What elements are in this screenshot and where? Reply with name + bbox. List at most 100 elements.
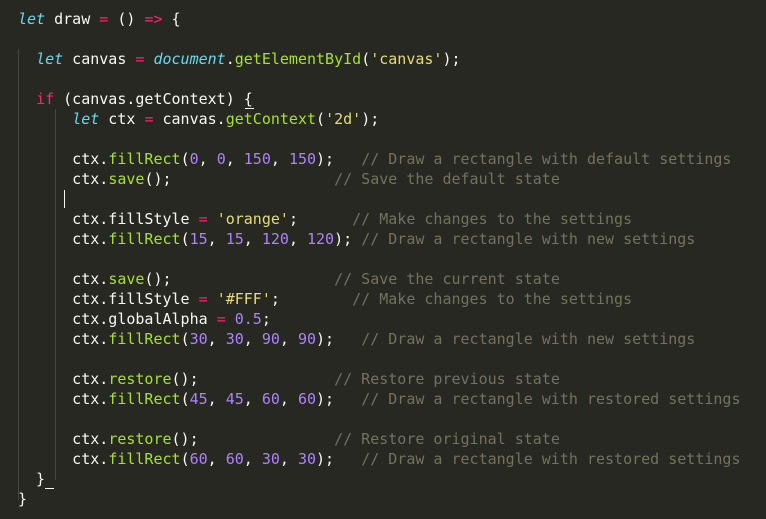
number-token: 120 xyxy=(307,230,335,248)
number-token: 15 xyxy=(189,230,208,248)
code-line: if (canvas.getContext) { xyxy=(18,89,740,109)
function-token: fillRect xyxy=(108,150,181,168)
code-line: ctx.restore(); // Restore previous state xyxy=(18,369,740,389)
code-text: , xyxy=(243,390,262,408)
code-line: ​ xyxy=(18,29,740,49)
operator-token: = xyxy=(216,310,226,328)
number-token: 120 xyxy=(261,230,289,248)
code-line: ctx.fillStyle = 'orange'; // Make change… xyxy=(18,209,740,229)
comment-token: // Draw a rectangle with default setting… xyxy=(361,150,732,168)
comment-token: // Make changes to the settings xyxy=(352,210,633,228)
keyword-token: let xyxy=(36,50,64,68)
code-line: ctx.save(); // Save the current state xyxy=(18,269,740,289)
code-text: , xyxy=(279,450,298,468)
code-text: ctx xyxy=(99,110,145,128)
number-token: 90 xyxy=(297,330,317,348)
function-token: getElementById xyxy=(234,50,362,68)
object-token: document xyxy=(153,50,226,68)
comment-token: // Draw a rectangle with restored settin… xyxy=(361,450,741,468)
number-token: 0 xyxy=(189,150,199,168)
code-text: , xyxy=(243,230,262,248)
code-line: ​ xyxy=(18,249,740,269)
code-lines[interactable]: let draw = () => {​ let canvas = documen… xyxy=(18,9,740,509)
code-text: ( xyxy=(361,50,371,68)
code-line: ​ xyxy=(18,409,740,429)
code-line: let canvas = document.getElementById('ca… xyxy=(18,49,740,69)
code-text: ctx.fillStyle xyxy=(18,290,199,308)
code-text: ); xyxy=(316,150,362,168)
code-text: ); xyxy=(316,390,362,408)
code-text: ( xyxy=(180,390,190,408)
code-text: , xyxy=(198,150,217,168)
code-line: ctx.fillRect(45, 45, 60, 60); // Draw a … xyxy=(18,389,740,409)
string-token: '2d' xyxy=(325,110,362,128)
string-token: '#FFF' xyxy=(216,290,271,308)
code-line: ​ xyxy=(18,129,740,149)
code-line: } xyxy=(18,469,740,489)
code-text: { xyxy=(162,10,181,28)
code-text: ( xyxy=(180,450,190,468)
code-text: , xyxy=(279,330,298,348)
comment-token: // Restore previous state xyxy=(334,370,560,388)
function-token: fillRect xyxy=(108,230,181,248)
code-line: ctx.fillStyle = '#FFF'; // Make changes … xyxy=(18,289,740,309)
code-text: draw xyxy=(45,10,100,28)
code-text: canvas xyxy=(63,50,136,68)
code-text: , xyxy=(270,150,289,168)
code-text: ctx. xyxy=(18,170,109,188)
code-text: () xyxy=(108,10,145,28)
number-token: 30 xyxy=(189,330,208,348)
code-text: , xyxy=(207,330,226,348)
code-editor[interactable]: let draw = () => {​ let canvas = documen… xyxy=(0,0,766,519)
operator-token: = xyxy=(198,290,208,308)
code-text: ctx. xyxy=(18,230,109,248)
operator-token: = xyxy=(99,10,109,28)
code-text: (); xyxy=(171,430,335,448)
code-line: ctx.restore(); // Restore original state xyxy=(18,429,740,449)
code-text: , xyxy=(207,390,226,408)
number-token: 30 xyxy=(261,450,280,468)
number-token: 150 xyxy=(243,150,271,168)
code-line: let ctx = canvas.getContext('2d'); xyxy=(18,109,740,129)
code-line: } xyxy=(18,489,740,509)
code-text: ); xyxy=(316,330,362,348)
number-token: 150 xyxy=(288,150,317,168)
code-line: ctx.fillRect(15, 15, 120, 120); // Draw … xyxy=(18,229,740,249)
comment-token: // Restore original state xyxy=(334,430,560,448)
code-text: ctx. xyxy=(18,430,109,448)
number-token: 0 xyxy=(216,150,226,168)
code-text: (); xyxy=(144,170,335,188)
code-line: ctx.save(); // Save the default state xyxy=(18,169,740,189)
function-token: restore xyxy=(108,370,172,388)
number-token: 45 xyxy=(189,390,208,408)
function-token: getContext xyxy=(225,110,317,128)
code-text: , xyxy=(288,230,307,248)
function-token: fillRect xyxy=(108,450,181,468)
number-token: 30 xyxy=(297,450,317,468)
keyword-token: let xyxy=(18,10,46,28)
code-text: canvas. xyxy=(153,110,226,128)
code-text: , xyxy=(243,450,262,468)
operator-token: = xyxy=(198,210,208,228)
code-text: (); xyxy=(171,370,335,388)
code-text: ctx. xyxy=(18,450,109,468)
control-keyword-token: if xyxy=(36,90,55,108)
code-line: ​ xyxy=(18,69,740,89)
code-text: ctx.globalAlpha xyxy=(18,310,217,328)
code-text: ( xyxy=(180,150,190,168)
code-text: , xyxy=(207,230,226,248)
number-token: 60 xyxy=(297,390,317,408)
code-text: ); xyxy=(334,230,362,248)
code-text: ( xyxy=(180,330,190,348)
function-token: save xyxy=(108,270,145,288)
code-text: ( xyxy=(316,110,326,128)
number-token: 60 xyxy=(225,450,244,468)
number-token: 45 xyxy=(225,390,244,408)
number-token: 60 xyxy=(189,450,208,468)
code-text: , xyxy=(243,330,262,348)
comment-token: // Draw a rectangle with new settings xyxy=(361,230,696,248)
code-text: ctx. xyxy=(18,370,109,388)
code-text: ); xyxy=(442,50,461,68)
